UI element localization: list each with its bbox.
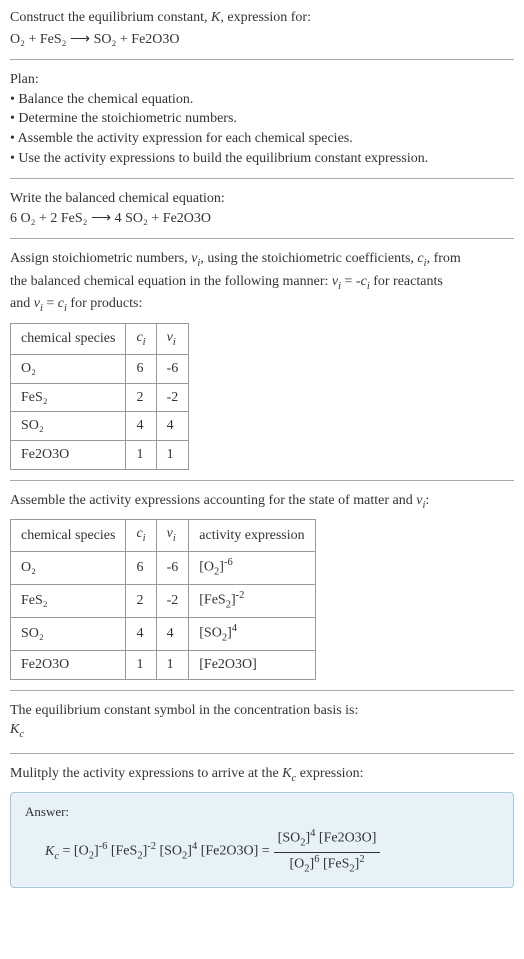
section-kc-symbol: The equilibrium constant symbol in the c… [10,701,514,754]
answer-box: Answer: Kc = [O2]-6 [FeS2]-2 [SO2]4 [Fe2… [10,792,514,887]
table-row: SO₂ 4 4 [SO2]4 [11,617,316,650]
section-balanced: Write the balanced chemical equation: 6 … [10,189,514,239]
col-activity: activity expression [189,520,315,551]
plan-bullet-3: • Assemble the activity expression for e… [10,129,514,149]
section-activity: Assemble the activity expressions accoun… [10,491,514,691]
activity-table: chemical species ci νi activity expressi… [10,519,316,680]
kc-symbol-text: The equilibrium constant symbol in the c… [10,701,514,721]
answer-label: Answer: [25,803,499,821]
stoich-intro-3: and νi = ci for products: [10,294,514,316]
activity-expr-fes2: [FeS2]-2 [189,584,315,617]
balanced-equation: 6 O₂ + 2 FeS₂ ⟶ 4 SO₂ + Fe2O3O [10,209,514,229]
activity-expr-o2: [O2]-6 [189,551,315,584]
balanced-title: Write the balanced chemical equation: [10,189,514,209]
stoich-intro-2: the balanced chemical equation in the fo… [10,272,514,294]
table-header-row: chemical species ci νi [11,323,189,354]
table-row: SO₂ 4 4 [11,412,189,441]
construct-prompt: Construct the equilibrium constant, K, e… [10,8,514,28]
table-row: Fe2O3O 1 1 [11,441,189,470]
col-species: chemical species [11,520,126,551]
section-construct: Construct the equilibrium constant, K, e… [10,8,514,60]
section-plan: Plan: • Balance the chemical equation. •… [10,70,514,179]
stoich-table: chemical species ci νi O₂ 6 -6 FeS₂ 2 -2… [10,323,189,470]
stoich-intro-1: Assign stoichiometric numbers, νi, using… [10,249,514,271]
table-row: O₂ 6 -6 [O2]-6 [11,551,316,584]
unbalanced-equation: O₂ + FeS₂ ⟶ SO₂ + Fe2O3O [10,30,514,50]
col-nui: νi [156,323,189,354]
table-row: Fe2O3O 1 1 [Fe2O3O] [11,651,316,680]
table-row: FeS₂ 2 -2 [11,383,189,412]
table-header-row: chemical species ci νi activity expressi… [11,520,316,551]
table-row: FeS₂ 2 -2 [FeS2]-2 [11,584,316,617]
plan-bullet-1: • Balance the chemical equation. [10,90,514,110]
col-nui: νi [156,520,189,551]
final-intro: Mulitply the activity expressions to arr… [10,764,514,786]
activity-expr-so2: [SO2]4 [189,617,315,650]
plan-title: Plan: [10,70,514,90]
col-species: chemical species [11,323,126,354]
plan-bullet-4: • Use the activity expressions to build … [10,149,514,169]
activity-intro: Assemble the activity expressions accoun… [10,491,514,513]
col-ci: ci [126,323,156,354]
section-stoich: Assign stoichiometric numbers, νi, using… [10,249,514,480]
kc-expression: Kc = [O2]-6 [FeS2]-2 [SO2]4 [Fe2O3O] = [… [25,827,499,876]
section-final: Mulitply the activity expressions to arr… [10,764,514,898]
activity-expr-fe2o3o: [Fe2O3O] [189,651,315,680]
plan-bullet-2: • Determine the stoichiometric numbers. [10,109,514,129]
kc-symbol: Kc [10,720,514,742]
col-ci: ci [126,520,156,551]
table-row: O₂ 6 -6 [11,355,189,384]
